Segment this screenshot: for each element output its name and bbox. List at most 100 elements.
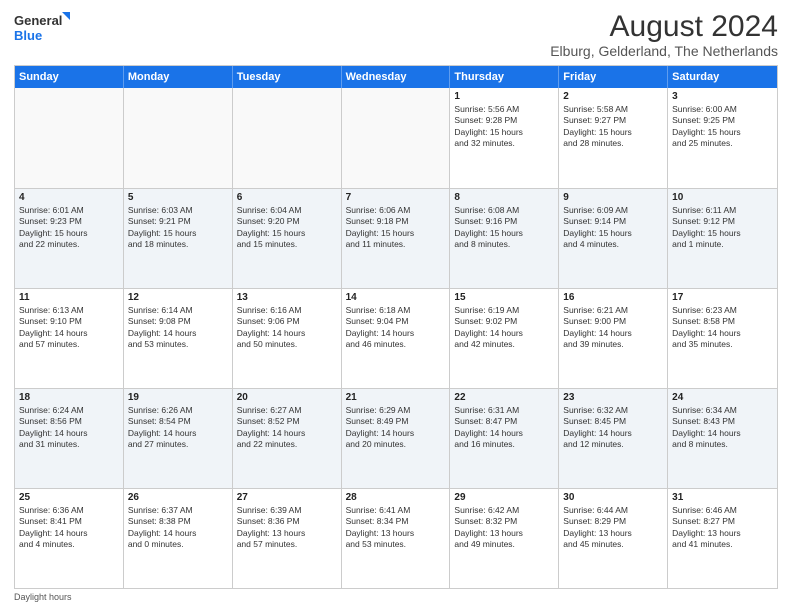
calendar-cell-w1-d2: 6 Sunrise: 6:04 AM Sunset: 9:20 PM Daylig… xyxy=(233,189,342,288)
day-info: Sunrise: 6:00 AM Sunset: 9:25 PM Dayligh… xyxy=(672,104,773,150)
header-wednesday: Wednesday xyxy=(342,66,451,88)
day-number: 22 xyxy=(454,392,554,403)
svg-text:General: General xyxy=(14,13,62,28)
page: General Blue August 2024 Elburg, Gelderl… xyxy=(0,0,792,612)
calendar: Sunday Monday Tuesday Wednesday Thursday… xyxy=(14,65,778,589)
header: General Blue August 2024 Elburg, Gelderl… xyxy=(14,10,778,59)
calendar-cell-w4-d0: 25 Sunrise: 6:36 AM Sunset: 8:41 PM Dayli… xyxy=(15,489,124,588)
day-number: 6 xyxy=(237,192,337,203)
header-monday: Monday xyxy=(124,66,233,88)
day-info: Sunrise: 6:23 AM Sunset: 8:58 PM Dayligh… xyxy=(672,305,773,351)
day-info: Sunrise: 6:01 AM Sunset: 9:23 PM Dayligh… xyxy=(19,205,119,251)
day-number: 17 xyxy=(672,292,773,303)
day-number: 25 xyxy=(19,492,119,503)
day-number: 23 xyxy=(563,392,663,403)
day-info: Sunrise: 5:58 AM Sunset: 9:27 PM Dayligh… xyxy=(563,104,663,150)
day-number: 15 xyxy=(454,292,554,303)
calendar-cell-w4-d4: 29Sunrise: 6:42 AM Sunset: 8:32 PM Dayli… xyxy=(450,489,559,588)
day-number: 11 xyxy=(19,292,119,303)
day-info: Sunrise: 6:21 AM Sunset: 9:00 PM Dayligh… xyxy=(563,305,663,351)
day-info: Sunrise: 6:31 AM Sunset: 8:47 PM Dayligh… xyxy=(454,405,554,451)
day-info: Sunrise: 6:14 AM Sunset: 9:08 PM Dayligh… xyxy=(128,305,228,351)
day-number: 30 xyxy=(563,492,663,503)
day-number: 4 xyxy=(19,192,119,203)
calendar-header: Sunday Monday Tuesday Wednesday Thursday… xyxy=(15,66,777,88)
calendar-cell-w3-d1: 19 Sunrise: 6:26 AM Sunset: 8:54 PM Dayli… xyxy=(124,389,233,488)
day-number: 28 xyxy=(346,492,446,503)
calendar-cell-w2-d4: 15 Sunrise: 6:19 AM Sunset: 9:02 PM Dayli… xyxy=(450,289,559,388)
day-info: Sunrise: 6:44 AM Sunset: 8:29 PM Dayligh… xyxy=(563,505,663,551)
calendar-row-4: 25 Sunrise: 6:36 AM Sunset: 8:41 PM Dayli… xyxy=(15,488,777,588)
day-info: Sunrise: 6:37 AM Sunset: 8:38 PM Dayligh… xyxy=(128,505,228,551)
calendar-cell-w3-d6: 24Sunrise: 6:34 AM Sunset: 8:43 PM Dayli… xyxy=(668,389,777,488)
day-number: 9 xyxy=(563,192,663,203)
calendar-cell-w1-d1: 5 Sunrise: 6:03 AM Sunset: 9:21 PM Daylig… xyxy=(124,189,233,288)
calendar-cell-w4-d2: 27 Sunrise: 6:39 AM Sunset: 8:36 PM Dayli… xyxy=(233,489,342,588)
calendar-cell-w4-d6: 31 Sunrise: 6:46 AM Sunset: 8:27 PM Dayli… xyxy=(668,489,777,588)
svg-text:Blue: Blue xyxy=(14,28,42,43)
day-number: 21 xyxy=(346,392,446,403)
calendar-row-0: 1 Sunrise: 5:56 AM Sunset: 9:28 PM Daylig… xyxy=(15,88,777,188)
header-saturday: Saturday xyxy=(668,66,777,88)
calendar-cell-w0-d6: 3 Sunrise: 6:00 AM Sunset: 9:25 PM Daylig… xyxy=(668,88,777,188)
day-number: 16 xyxy=(563,292,663,303)
header-thursday: Thursday xyxy=(450,66,559,88)
calendar-cell-w3-d5: 23Sunrise: 6:32 AM Sunset: 8:45 PM Dayli… xyxy=(559,389,668,488)
day-info: Sunrise: 6:39 AM Sunset: 8:36 PM Dayligh… xyxy=(237,505,337,551)
day-info: Sunrise: 6:34 AM Sunset: 8:43 PM Dayligh… xyxy=(672,405,773,451)
calendar-cell-w4-d3: 28 Sunrise: 6:41 AM Sunset: 8:34 PM Dayli… xyxy=(342,489,451,588)
logo-svg: General Blue xyxy=(14,10,74,44)
day-number: 8 xyxy=(454,192,554,203)
day-number: 31 xyxy=(672,492,773,503)
day-number: 18 xyxy=(19,392,119,403)
calendar-cell-w3-d3: 21 Sunrise: 6:29 AM Sunset: 8:49 PM Dayli… xyxy=(342,389,451,488)
calendar-body: 1 Sunrise: 5:56 AM Sunset: 9:28 PM Daylig… xyxy=(15,88,777,588)
day-info: Sunrise: 6:03 AM Sunset: 9:21 PM Dayligh… xyxy=(128,205,228,251)
calendar-cell-w2-d1: 12 Sunrise: 6:14 AM Sunset: 9:08 PM Dayli… xyxy=(124,289,233,388)
day-info: Sunrise: 6:04 AM Sunset: 9:20 PM Dayligh… xyxy=(237,205,337,251)
day-info: Sunrise: 6:08 AM Sunset: 9:16 PM Dayligh… xyxy=(454,205,554,251)
calendar-cell-w3-d2: 20Sunrise: 6:27 AM Sunset: 8:52 PM Dayli… xyxy=(233,389,342,488)
calendar-cell-w4-d5: 30 Sunrise: 6:44 AM Sunset: 8:29 PM Dayli… xyxy=(559,489,668,588)
calendar-cell-w1-d5: 9Sunrise: 6:09 AM Sunset: 9:14 PM Daylig… xyxy=(559,189,668,288)
header-friday: Friday xyxy=(559,66,668,88)
day-number: 27 xyxy=(237,492,337,503)
day-info: Sunrise: 6:06 AM Sunset: 9:18 PM Dayligh… xyxy=(346,205,446,251)
day-info: Sunrise: 6:42 AM Sunset: 8:32 PM Dayligh… xyxy=(454,505,554,551)
month-year: August 2024 xyxy=(550,10,778,43)
calendar-cell-w2-d3: 14Sunrise: 6:18 AM Sunset: 9:04 PM Dayli… xyxy=(342,289,451,388)
calendar-cell-w2-d0: 11 Sunrise: 6:13 AM Sunset: 9:10 PM Dayli… xyxy=(15,289,124,388)
day-info: Sunrise: 6:18 AM Sunset: 9:04 PM Dayligh… xyxy=(346,305,446,351)
logo: General Blue xyxy=(14,10,74,44)
day-number: 26 xyxy=(128,492,228,503)
calendar-cell-w0-d1 xyxy=(124,88,233,188)
day-number: 7 xyxy=(346,192,446,203)
calendar-row-2: 11 Sunrise: 6:13 AM Sunset: 9:10 PM Dayli… xyxy=(15,288,777,388)
day-number: 10 xyxy=(672,192,773,203)
location: Elburg, Gelderland, The Netherlands xyxy=(550,43,778,59)
day-number: 19 xyxy=(128,392,228,403)
calendar-cell-w2-d6: 17 Sunrise: 6:23 AM Sunset: 8:58 PM Dayli… xyxy=(668,289,777,388)
day-info: Sunrise: 6:19 AM Sunset: 9:02 PM Dayligh… xyxy=(454,305,554,351)
day-info: Sunrise: 6:27 AM Sunset: 8:52 PM Dayligh… xyxy=(237,405,337,451)
calendar-cell-w3-d4: 22 Sunrise: 6:31 AM Sunset: 8:47 PM Dayli… xyxy=(450,389,559,488)
day-number: 1 xyxy=(454,91,554,102)
calendar-cell-w3-d0: 18Sunrise: 6:24 AM Sunset: 8:56 PM Dayli… xyxy=(15,389,124,488)
calendar-cell-w2-d2: 13Sunrise: 6:16 AM Sunset: 9:06 PM Dayli… xyxy=(233,289,342,388)
header-sunday: Sunday xyxy=(15,66,124,88)
day-info: Sunrise: 6:13 AM Sunset: 9:10 PM Dayligh… xyxy=(19,305,119,351)
day-info: Sunrise: 6:46 AM Sunset: 8:27 PM Dayligh… xyxy=(672,505,773,551)
day-number: 12 xyxy=(128,292,228,303)
day-info: Sunrise: 6:41 AM Sunset: 8:34 PM Dayligh… xyxy=(346,505,446,551)
calendar-row-3: 18Sunrise: 6:24 AM Sunset: 8:56 PM Dayli… xyxy=(15,388,777,488)
day-number: 3 xyxy=(672,91,773,102)
day-info: Sunrise: 6:36 AM Sunset: 8:41 PM Dayligh… xyxy=(19,505,119,551)
calendar-cell-w0-d0 xyxy=(15,88,124,188)
calendar-cell-w0-d2 xyxy=(233,88,342,188)
day-info: Sunrise: 5:56 AM Sunset: 9:28 PM Dayligh… xyxy=(454,104,554,150)
day-info: Sunrise: 6:26 AM Sunset: 8:54 PM Dayligh… xyxy=(128,405,228,451)
footer-note: Daylight hours xyxy=(14,592,778,602)
calendar-cell-w0-d5: 2Sunrise: 5:58 AM Sunset: 9:27 PM Daylig… xyxy=(559,88,668,188)
day-info: Sunrise: 6:29 AM Sunset: 8:49 PM Dayligh… xyxy=(346,405,446,451)
day-number: 5 xyxy=(128,192,228,203)
